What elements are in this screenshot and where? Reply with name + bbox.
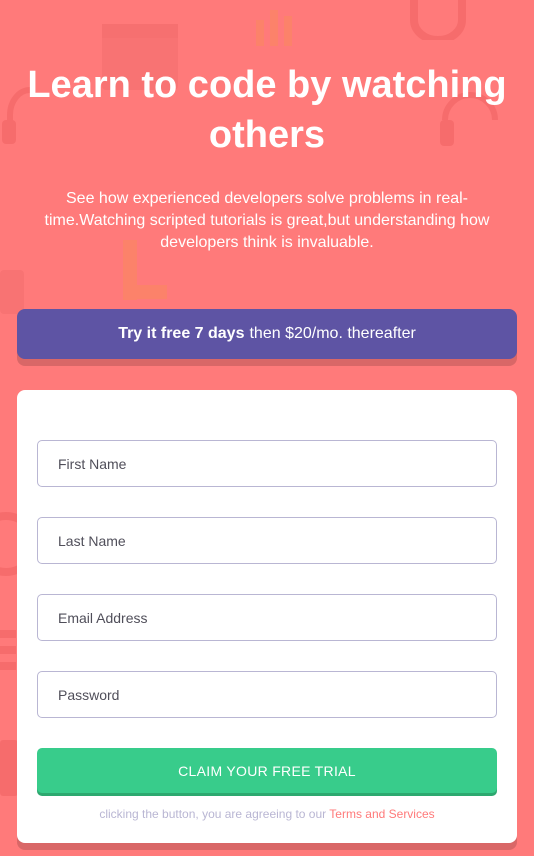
last-name-input[interactable] xyxy=(37,517,497,564)
terms-prefix: clicking the button, you are agreeing to… xyxy=(99,807,327,821)
signup-form: CLAIM YOUR FREE TRIAL clicking the butto… xyxy=(17,390,517,843)
claim-trial-button[interactable]: CLAIM YOUR FREE TRIAL xyxy=(37,748,497,793)
terms-link[interactable]: Terms and Services xyxy=(329,807,434,821)
headset-icon xyxy=(410,0,466,40)
trial-banner-text: then $20/mo. thereafter xyxy=(249,325,416,342)
terms-notice: clicking the button, you are agreeing to… xyxy=(17,807,517,821)
first-name-input[interactable] xyxy=(37,440,497,487)
bar-chart-icon xyxy=(256,10,292,46)
page-subtitle: See how experienced developers solve pro… xyxy=(44,190,490,251)
trial-banner: Try it free 7 days then $20/mo. thereaft… xyxy=(17,309,517,359)
page-title: Learn to code by watching others xyxy=(27,64,507,156)
trial-banner-bold: Try it free 7 days xyxy=(118,325,245,342)
password-input[interactable] xyxy=(37,671,497,718)
email-input[interactable] xyxy=(37,594,497,641)
